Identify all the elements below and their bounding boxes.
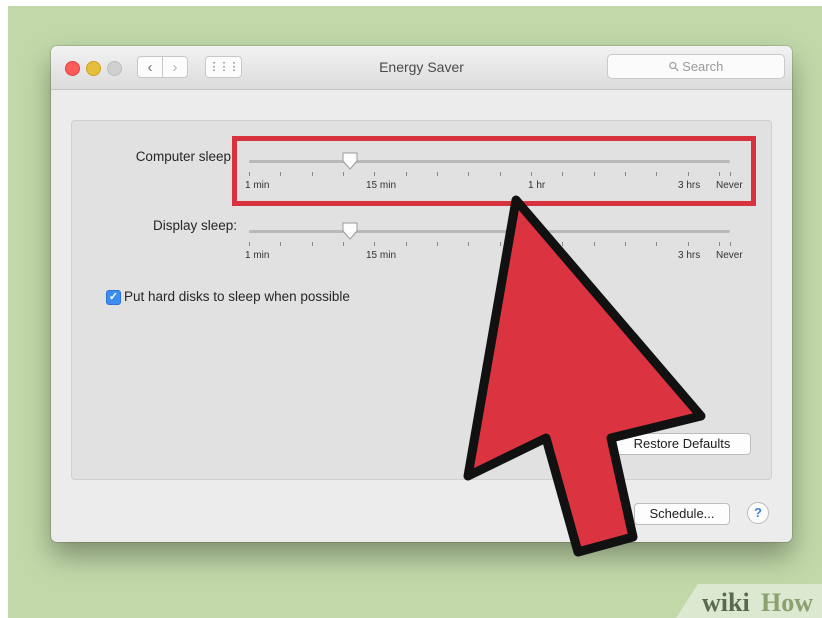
illustration-background: ‹ › ⋮⋮⋮ Energy Saver ⚲Search Computer sl…	[8, 6, 822, 618]
svg-text:How: How	[761, 588, 813, 617]
svg-text:wiki: wiki	[702, 588, 750, 617]
watermark-logo: wiki How	[676, 584, 822, 618]
